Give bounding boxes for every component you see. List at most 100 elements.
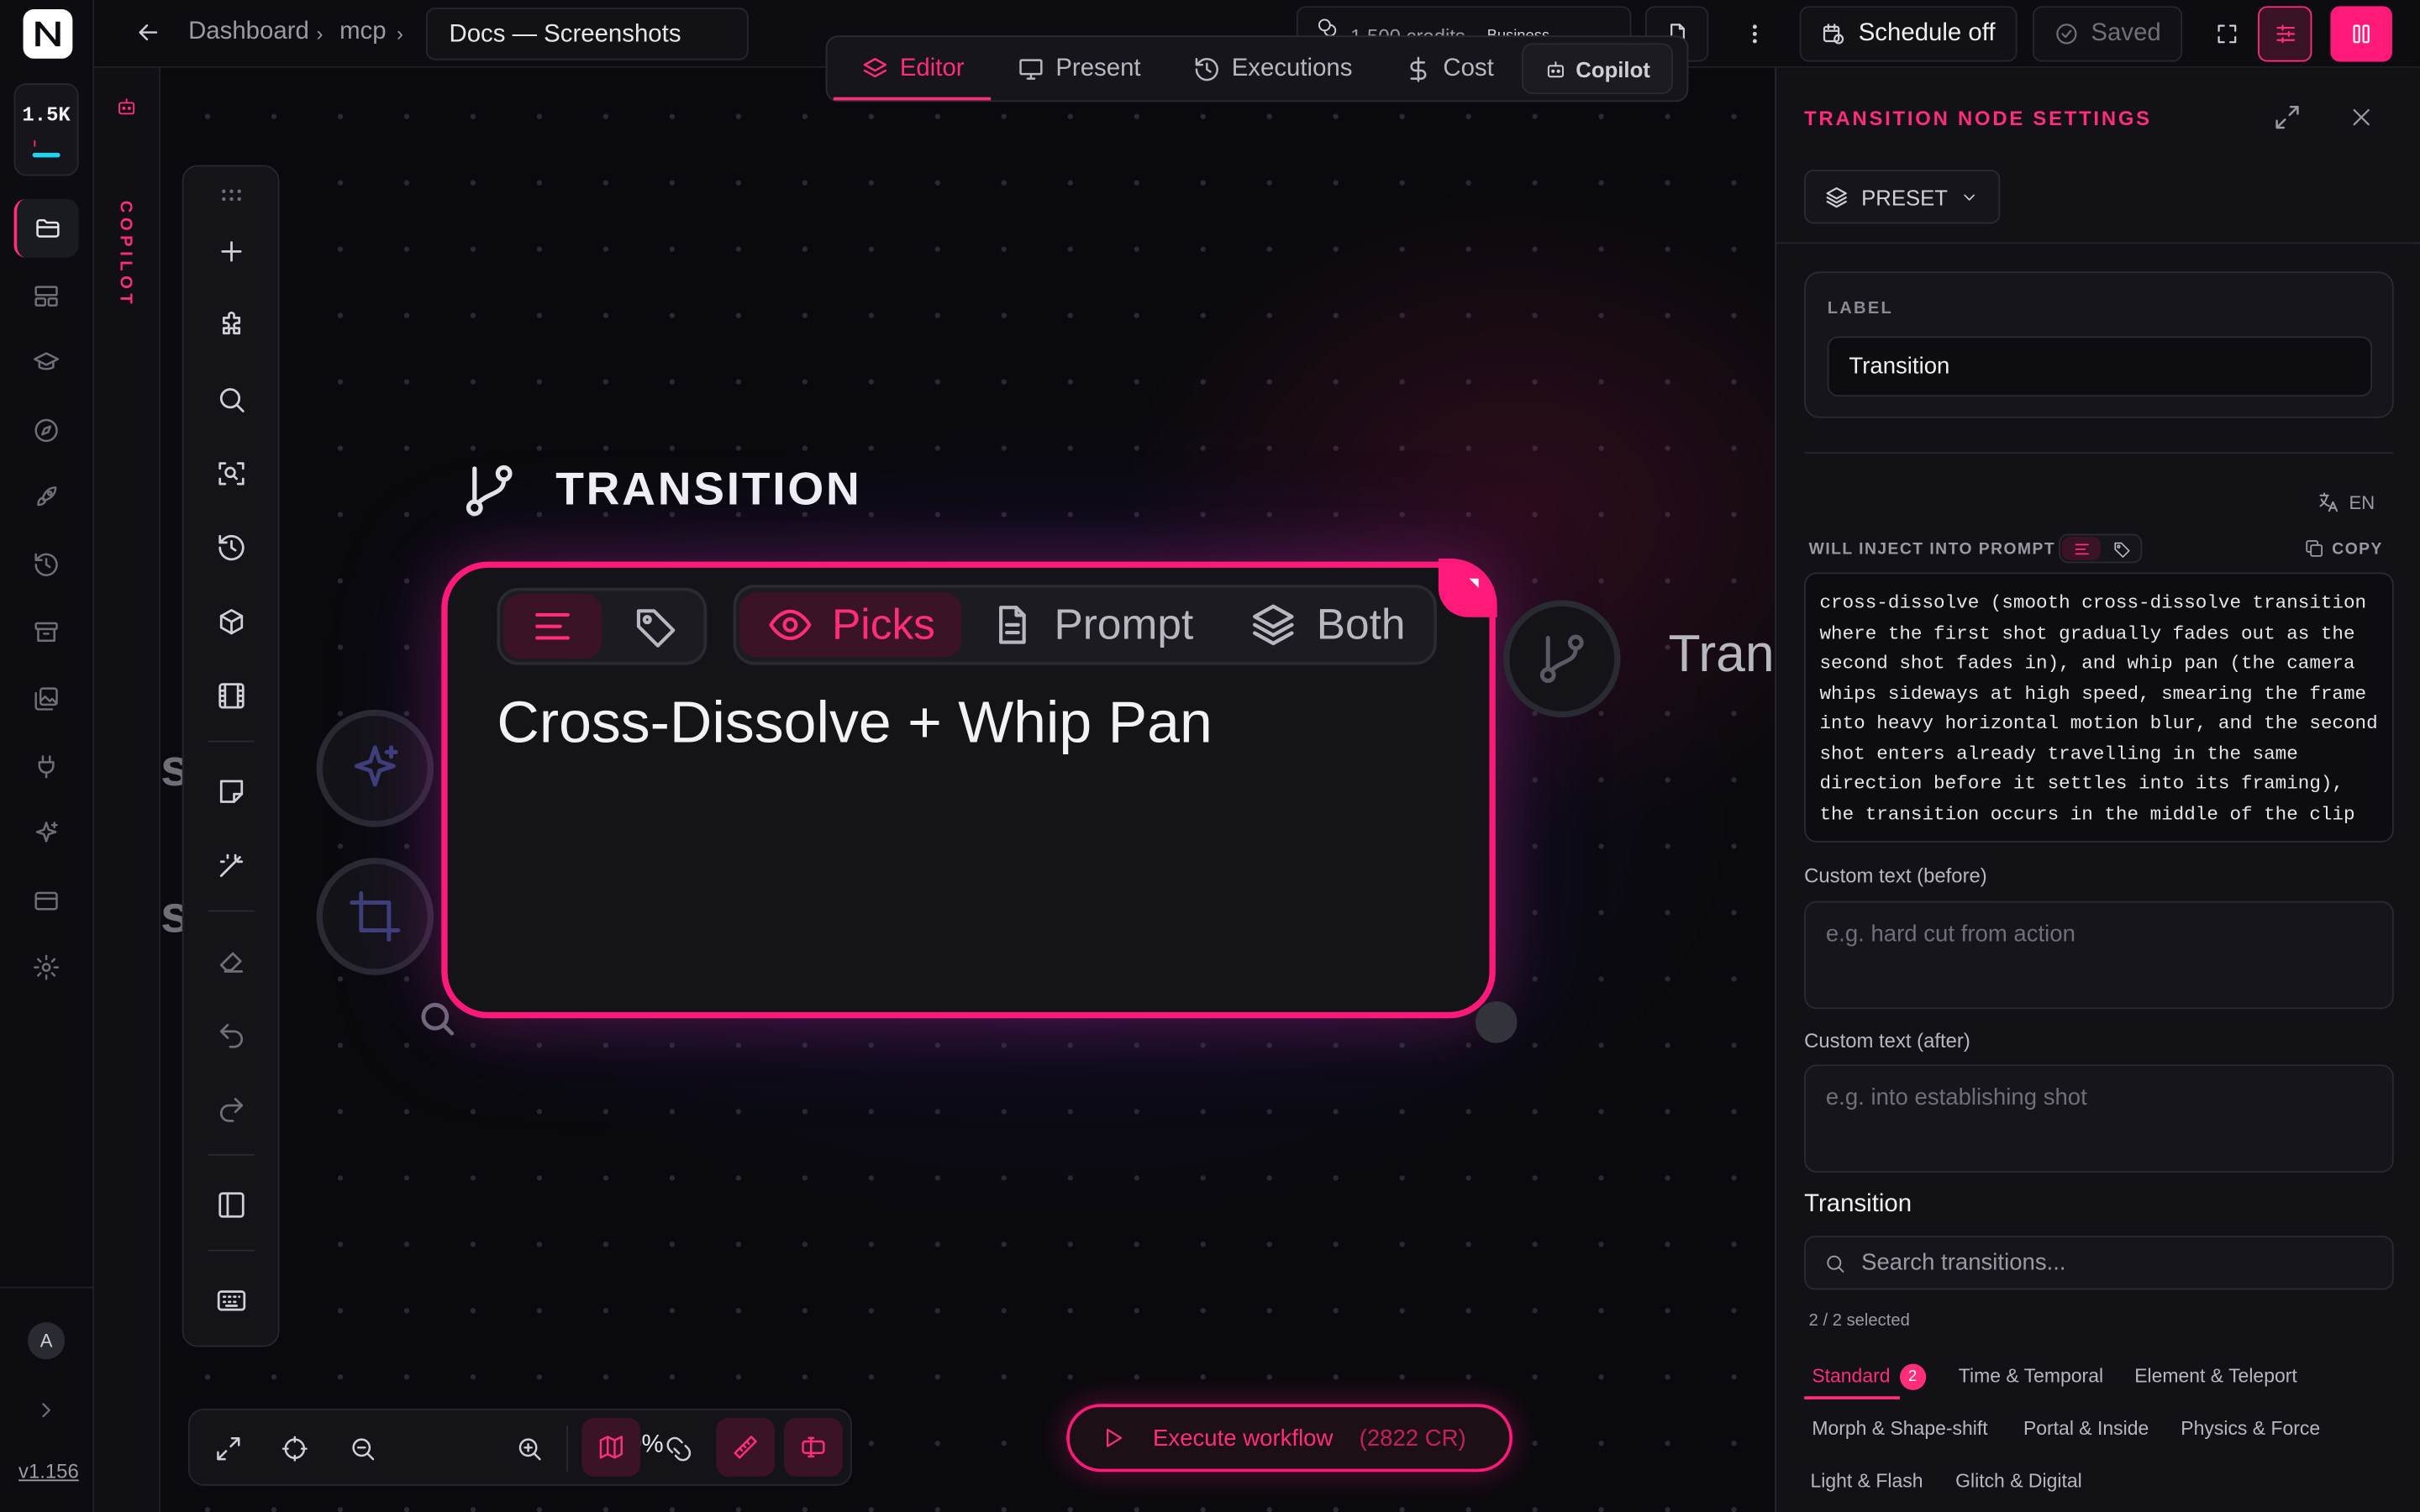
- output-handle[interactable]: [1475, 1001, 1518, 1043]
- document-title[interactable]: Docs — Screenshots: [425, 8, 749, 60]
- mode-picks[interactable]: Picks: [739, 592, 962, 658]
- split-view-button[interactable]: [2330, 6, 2392, 62]
- tab-label: Present: [1055, 55, 1141, 82]
- tag-view-button[interactable]: [608, 594, 704, 659]
- mode-label: Both: [1316, 600, 1406, 648]
- nav-card-icon[interactable]: [28, 883, 65, 920]
- dollar-icon: [1410, 56, 1427, 82]
- hidden-node-label: st: [160, 739, 182, 800]
- magic-wand-icon[interactable]: [213, 847, 250, 884]
- app-logo[interactable]: [23, 9, 73, 59]
- inject-preview: cross-dissolve (smooth cross-dissolve tr…: [1804, 572, 2394, 843]
- copilot-label: COPILOT: [115, 200, 134, 309]
- zoom-out-icon[interactable]: [339, 1425, 386, 1472]
- copilot-strip[interactable]: COPILOT: [94, 67, 161, 1512]
- schedule-button[interactable]: Schedule off: [1799, 6, 2018, 62]
- preset-dropdown[interactable]: PRESET: [1804, 170, 2001, 224]
- tab-executions[interactable]: Executions: [1193, 50, 1353, 90]
- label-input[interactable]: Transition: [1827, 336, 2373, 397]
- text-view-button[interactable]: [502, 594, 602, 659]
- nav-rocket-icon[interactable]: [28, 478, 65, 515]
- inject-text-view-button[interactable]: [2061, 537, 2101, 560]
- avatar[interactable]: A: [28, 1322, 66, 1360]
- category-tab-time[interactable]: Time & Temporal: [1959, 1366, 2103, 1388]
- transition-search-input[interactable]: Search transitions...: [1804, 1236, 2394, 1290]
- zoom-in-icon[interactable]: [506, 1425, 552, 1472]
- sparkles-input-handle[interactable]: [316, 709, 434, 827]
- film-icon[interactable]: [213, 677, 250, 714]
- fullscreen-button[interactable]: [2198, 6, 2257, 61]
- expand-panel-icon[interactable]: [2274, 103, 2302, 131]
- zoom-controls: 250%: [188, 1408, 852, 1486]
- custom-after-textarea[interactable]: e.g. into establishing shot: [1804, 1064, 2394, 1173]
- minimap-icon[interactable]: [581, 1417, 641, 1477]
- add-node-icon[interactable]: [213, 233, 250, 270]
- next-transition-node[interactable]: [1502, 600, 1621, 718]
- nav-sparkles-icon[interactable]: [28, 815, 65, 852]
- inject-tag-view-button[interactable]: [2103, 537, 2140, 560]
- ruler-icon[interactable]: [716, 1417, 776, 1477]
- nav-plug-icon[interactable]: [28, 748, 65, 785]
- nav-history-icon[interactable]: [28, 546, 65, 583]
- execute-cost: (2822 CR): [1359, 1425, 1466, 1452]
- text-cursor-icon[interactable]: [784, 1417, 843, 1477]
- nav-archive-icon[interactable]: [28, 614, 65, 651]
- box-icon[interactable]: [213, 603, 250, 640]
- nav-graduation-icon[interactable]: [28, 344, 65, 381]
- layers-icon: [863, 58, 887, 78]
- category-tab-physics[interactable]: Physics & Force: [2181, 1418, 2320, 1440]
- panel-divider: [1804, 452, 2394, 454]
- redo-icon[interactable]: [213, 1091, 250, 1128]
- execute-workflow-button[interactable]: Execute workflow (2822 CR): [1066, 1404, 1512, 1473]
- fit-view-icon[interactable]: [205, 1425, 251, 1472]
- execute-label: Execute workflow: [1153, 1425, 1334, 1452]
- app-version[interactable]: v1.156: [18, 1460, 79, 1483]
- expand-chevron-icon[interactable]: [28, 1392, 65, 1429]
- language-toggle[interactable]: EN: [2317, 491, 2375, 514]
- search-handle-icon[interactable]: [417, 998, 457, 1038]
- category-tab-light[interactable]: Light & Flash: [1810, 1470, 1923, 1492]
- eraser-icon[interactable]: [213, 942, 250, 979]
- breadcrumb-dashboard[interactable]: Dashboard: [188, 18, 309, 46]
- nav-folder-icon[interactable]: [13, 198, 79, 258]
- more-menu-button[interactable]: [1724, 6, 1785, 61]
- nav-layout-icon[interactable]: [28, 278, 65, 315]
- category-tab-morph[interactable]: Morph & Shape-shift: [1812, 1418, 1987, 1440]
- settings-panel-toggle[interactable]: [2258, 6, 2312, 62]
- focus-search-icon[interactable]: [213, 455, 250, 492]
- breadcrumb-mcp[interactable]: mcp: [339, 18, 387, 46]
- copy-icon: [2306, 540, 2323, 557]
- sticky-note-icon[interactable]: [213, 773, 250, 810]
- tab-present[interactable]: Present: [1017, 50, 1141, 90]
- copy-button[interactable]: COPY: [2304, 538, 2383, 559]
- tab-label: Executions: [1231, 55, 1353, 82]
- history-icon[interactable]: [213, 529, 250, 566]
- category-tab-standard[interactable]: Standard 2: [1812, 1363, 1926, 1390]
- nav-settings-icon[interactable]: [28, 949, 65, 986]
- puzzle-icon[interactable]: [213, 307, 250, 344]
- credits-widget[interactable]: 1.5K: [13, 83, 79, 176]
- mode-both[interactable]: Both: [1249, 592, 1406, 657]
- tab-editor[interactable]: Editor: [861, 50, 965, 90]
- tab-cost[interactable]: Cost: [1404, 50, 1494, 90]
- panel-left-icon[interactable]: [213, 1186, 250, 1223]
- category-tab-glitch[interactable]: Glitch & Digital: [1955, 1470, 2082, 1492]
- back-arrow-icon[interactable]: [134, 18, 162, 46]
- crosshair-icon[interactable]: [271, 1425, 318, 1472]
- nav-images-icon[interactable]: [28, 680, 65, 717]
- category-tab-portal[interactable]: Portal & Inside: [2023, 1418, 2149, 1440]
- keyboard-icon[interactable]: [213, 1282, 250, 1319]
- undo-icon[interactable]: [213, 1016, 250, 1053]
- mode-prompt[interactable]: Prompt: [989, 592, 1193, 657]
- close-icon[interactable]: [2349, 105, 2374, 129]
- chevron-down-icon: [1964, 193, 1975, 200]
- magnet-icon[interactable]: [656, 1425, 702, 1472]
- active-category-indicator: [1804, 1396, 1901, 1399]
- custom-before-textarea[interactable]: e.g. hard cut from action: [1804, 900, 2394, 1010]
- drag-grip-icon[interactable]: [213, 177, 250, 214]
- crop-input-handle[interactable]: [316, 858, 434, 975]
- nav-compass-icon[interactable]: [28, 412, 65, 449]
- category-tab-element[interactable]: Element & Teleport: [2134, 1366, 2297, 1388]
- search-icon[interactable]: [213, 381, 250, 418]
- tab-copilot[interactable]: Copilot: [1522, 43, 1674, 95]
